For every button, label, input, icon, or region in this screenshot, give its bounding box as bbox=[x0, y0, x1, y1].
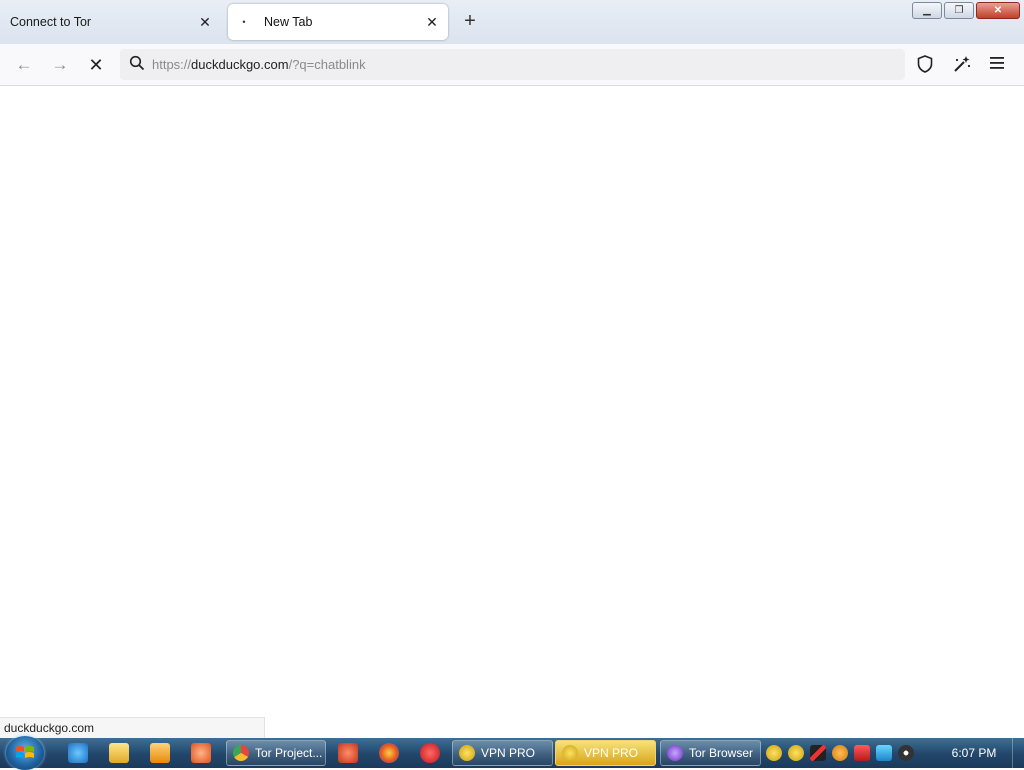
navigation-toolbar: ← → ✕ https://duckduckgo.com/?q=chatblin… bbox=[0, 44, 1024, 120]
vpn-icon bbox=[459, 745, 475, 761]
taskbar-task-tor-browser[interactable]: Tor Browser bbox=[660, 740, 761, 766]
vpn-tray-icon[interactable] bbox=[788, 745, 804, 761]
clock[interactable]: 6:07 PM bbox=[948, 738, 1000, 768]
arrow-left-icon: ← bbox=[15, 55, 33, 74]
loading-icon: • bbox=[242, 17, 246, 27]
url-path: /?q=chatblink bbox=[288, 57, 366, 72]
hamburger-menu-icon bbox=[990, 57, 1004, 69]
back-button[interactable]: ← bbox=[11, 52, 37, 78]
tab-strip: Connect to Tor ✕ • New Tab ✕ + ▁ ❐ ✕ bbox=[0, 0, 1024, 45]
new-identity-button[interactable] bbox=[952, 54, 976, 76]
taskbar-task-tor-project[interactable]: Tor Project... bbox=[226, 740, 326, 766]
arrow-right-icon: → bbox=[51, 55, 69, 74]
taskbar-task-vpn-pro-active[interactable]: VPN PRO bbox=[555, 740, 656, 766]
app-icon[interactable] bbox=[191, 743, 211, 763]
brave-icon[interactable] bbox=[338, 743, 358, 763]
tab-label: Connect to Tor bbox=[10, 15, 92, 29]
show-desktop-button[interactable] bbox=[1012, 738, 1024, 768]
vpn-icon bbox=[562, 745, 578, 761]
forward-button[interactable]: → bbox=[47, 52, 73, 78]
restore-button[interactable]: ❐ bbox=[944, 2, 974, 19]
task-label: Tor Project... bbox=[255, 746, 323, 760]
volume-icon[interactable] bbox=[898, 745, 914, 761]
tool-tray-icon[interactable] bbox=[810, 745, 826, 761]
video-player-icon[interactable] bbox=[420, 743, 440, 763]
window-controls: ▁ ❐ ✕ bbox=[912, 2, 1020, 19]
url-bar[interactable]: https://duckduckgo.com/?q=chatblink bbox=[120, 49, 905, 80]
chrome-icon bbox=[233, 745, 249, 761]
tab-label: New Tab bbox=[264, 15, 313, 29]
tor-icon bbox=[667, 745, 683, 761]
magic-wand-icon bbox=[954, 56, 971, 72]
vpn-tray-icon[interactable] bbox=[766, 745, 782, 761]
tab-new-tab[interactable]: • New Tab ✕ bbox=[228, 4, 448, 40]
taskbar-task-vpn-pro[interactable]: VPN PRO bbox=[452, 740, 553, 766]
network-icon[interactable] bbox=[876, 745, 892, 761]
minimize-button[interactable]: ▁ bbox=[912, 2, 942, 19]
search-tray-icon[interactable] bbox=[832, 745, 848, 761]
url-host: duckduckgo.com bbox=[191, 57, 289, 72]
shield-icon bbox=[917, 55, 933, 73]
task-label: Tor Browser bbox=[689, 746, 754, 760]
media-player-icon[interactable] bbox=[150, 743, 170, 763]
shield-button[interactable] bbox=[916, 54, 940, 76]
folder-icon[interactable] bbox=[109, 743, 129, 763]
taskbar: Tor Project... VPN PRO VPN PRO Tor Brows… bbox=[0, 736, 1024, 770]
stop-loading-button[interactable]: ✕ bbox=[83, 52, 109, 78]
stop-x-icon: ✕ bbox=[88, 55, 104, 75]
page-content: duckduckgo.com bbox=[0, 86, 1024, 738]
status-bar-url: duckduckgo.com bbox=[0, 717, 266, 738]
menu-button[interactable] bbox=[988, 54, 1012, 76]
firefox-icon[interactable] bbox=[379, 743, 399, 763]
tab-close-icon[interactable]: ✕ bbox=[420, 14, 444, 31]
internet-explorer-icon[interactable] bbox=[68, 743, 88, 763]
new-tab-button[interactable]: + bbox=[458, 9, 482, 33]
close-window-button[interactable]: ✕ bbox=[976, 2, 1020, 19]
url-text[interactable]: https://duckduckgo.com/?q=chatblink bbox=[152, 57, 366, 72]
flag-icon[interactable] bbox=[854, 745, 870, 761]
windows-logo-icon bbox=[16, 746, 34, 758]
start-button[interactable] bbox=[6, 736, 44, 770]
system-tray bbox=[766, 738, 914, 768]
task-label: VPN PRO bbox=[584, 746, 639, 760]
search-icon bbox=[122, 55, 152, 74]
tab-connect-to-tor[interactable]: Connect to Tor ✕ bbox=[0, 4, 221, 40]
task-label: VPN PRO bbox=[481, 746, 536, 760]
url-scheme: https:// bbox=[152, 57, 192, 72]
tab-close-icon[interactable]: ✕ bbox=[193, 14, 217, 31]
